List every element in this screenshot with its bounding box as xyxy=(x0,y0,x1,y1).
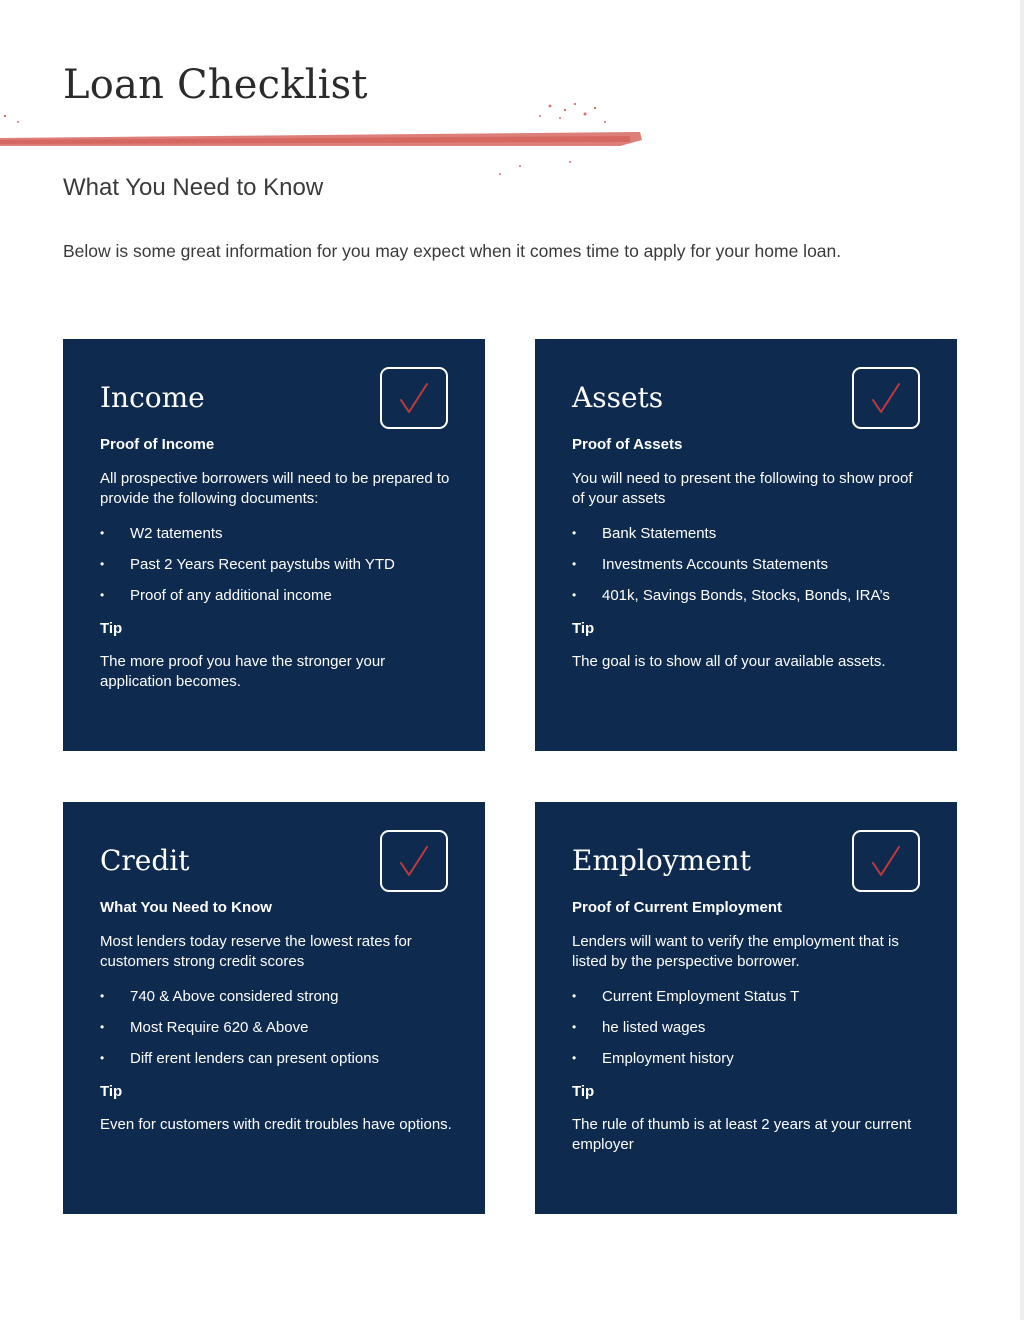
list-item: • Diff erent lenders can present options xyxy=(100,1050,380,1067)
bullet-icon: • xyxy=(100,1020,105,1034)
card-description: Most lenders today reserve the lowest ra… xyxy=(100,933,412,970)
bullet-icon: • xyxy=(572,588,577,602)
bullet-icon: • xyxy=(572,557,577,571)
tip-text: Even for customers with credit troubles … xyxy=(100,1116,452,1133)
list-item: • he listed wages xyxy=(572,1019,706,1036)
bullet-icon: • xyxy=(100,1051,105,1065)
list-item: • Past 2 Years Recent paystubs with YTD xyxy=(100,556,395,573)
list-item: • Proof of any additional income xyxy=(100,587,332,604)
list-item: • W2 tatements xyxy=(100,525,223,542)
card-label: Proof of Income xyxy=(100,436,215,453)
list-item: • Bank Statements xyxy=(572,525,717,542)
card-description: Lenders will want to verify the employme… xyxy=(572,933,899,970)
bullet-icon: • xyxy=(100,526,105,540)
check-mark-icon xyxy=(400,383,428,413)
income-card: Income Proof of Income All prospective b… xyxy=(63,339,485,751)
check-mark-icon xyxy=(400,846,428,876)
bullet-icon: • xyxy=(572,526,577,540)
brush-stroke-divider xyxy=(0,102,642,175)
tip-label: Tip xyxy=(100,1083,123,1100)
bullet-icon: • xyxy=(100,989,105,1003)
card-label: What You Need to Know xyxy=(100,899,272,916)
check-mark-icon xyxy=(872,383,900,413)
bullet-icon: • xyxy=(572,1020,577,1034)
bullet-icon: • xyxy=(100,557,105,571)
tip-label: Tip xyxy=(100,620,123,637)
bullet-icon: • xyxy=(572,1051,577,1065)
card-heading: Employment xyxy=(572,844,751,877)
card-label: Proof of Current Employment xyxy=(572,899,783,916)
tip-text: The goal is to show all of your availabl… xyxy=(572,653,886,670)
card-description: You will need to present the following t… xyxy=(572,470,913,507)
checkbox-icon xyxy=(852,830,920,892)
card-label: Proof of Assets xyxy=(572,436,683,453)
card-heading: Income xyxy=(100,381,205,414)
tip-text: The more proof you have the stronger you… xyxy=(100,653,386,690)
checkbox-icon xyxy=(380,830,448,892)
tip-label: Tip xyxy=(572,620,595,637)
checkbox-icon xyxy=(852,367,920,429)
tip-text: The rule of thumb is at least 2 years at… xyxy=(572,1116,912,1153)
check-mark-icon xyxy=(872,846,900,876)
list-item: • Employment history xyxy=(572,1050,734,1067)
employment-card: Employment Proof of Current Employment L… xyxy=(535,802,957,1214)
list-item: • Current Employment Status T xyxy=(572,988,800,1005)
list-item: • 740 & Above considered strong xyxy=(100,988,339,1005)
list-item: • Most Require 620 & Above xyxy=(100,1019,309,1036)
tip-label: Tip xyxy=(572,1083,595,1100)
page-edge xyxy=(1020,0,1024,1320)
bullet-icon: • xyxy=(572,989,577,1003)
assets-card: Assets Proof of Assets You will need to … xyxy=(535,339,957,751)
list-item: • Investments Accounts Statements xyxy=(572,556,828,573)
bullet-icon: • xyxy=(100,588,105,602)
card-heading: Assets xyxy=(572,381,664,414)
intro-text: Below is some great information for you … xyxy=(63,241,842,261)
checkbox-icon xyxy=(380,367,448,429)
credit-card: Credit What You Need to Know Most lender… xyxy=(63,802,485,1214)
list-item: • 401k, Savings Bonds, Stocks, Bonds, IRA… xyxy=(572,587,890,604)
section-subtitle: What You Need to Know xyxy=(63,174,324,201)
card-heading: Credit xyxy=(100,844,190,877)
card-description: All prospective borrowers will need to b… xyxy=(100,470,450,507)
